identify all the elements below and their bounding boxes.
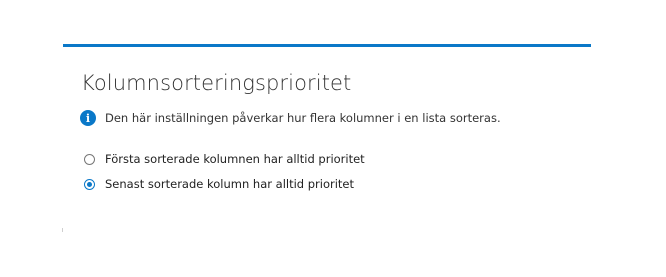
radio-label-first-sorted[interactable]: Första sorterade kolumnen har alltid pri… bbox=[105, 152, 365, 166]
radio-button-first-sorted[interactable] bbox=[84, 153, 95, 165]
radio-label-last-sorted[interactable]: Senast sorterade kolumn har alltid prior… bbox=[105, 177, 354, 191]
page-title: Kolumnsorteringsprioritet bbox=[81, 71, 352, 95]
info-icon: i bbox=[80, 110, 96, 126]
panel-accent-bar bbox=[63, 44, 591, 47]
divider-mark bbox=[62, 228, 63, 232]
sort-priority-panel: Kolumnsorteringsprioritet i Den här inst… bbox=[63, 44, 591, 230]
info-message: i Den här inställningen påverkar hur fle… bbox=[80, 109, 501, 127]
info-text: Den här inställningen påverkar hur flera… bbox=[105, 111, 501, 125]
radio-option-first-sorted[interactable]: Första sorterade kolumnen har alltid pri… bbox=[84, 151, 365, 167]
radio-option-last-sorted[interactable]: Senast sorterade kolumn har alltid prior… bbox=[84, 176, 354, 192]
radio-button-last-sorted[interactable] bbox=[84, 178, 95, 190]
